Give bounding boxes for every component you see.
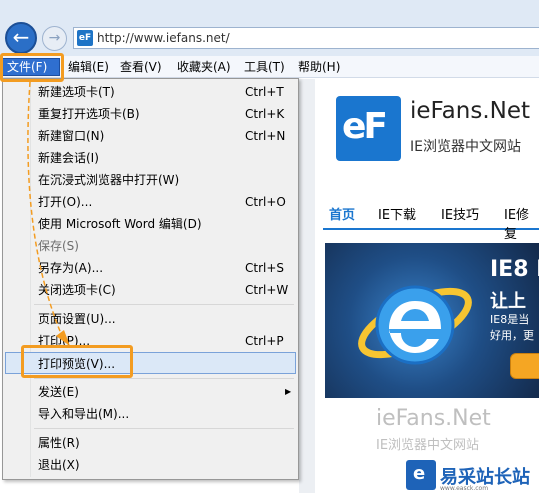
menu-item-label: 新建会话(I) bbox=[38, 151, 99, 165]
site-title: ieFans.Net bbox=[410, 98, 530, 124]
nav-ie-repair[interactable]: IE修复 bbox=[504, 204, 539, 242]
print-preview-highlight bbox=[21, 345, 133, 378]
menu-item-label: 新建选项卡(T) bbox=[38, 85, 115, 99]
page-left-margin bbox=[299, 79, 315, 493]
menu-item-label: 属性(R) bbox=[38, 436, 80, 450]
ie-logo-icon bbox=[358, 285, 472, 365]
file-menu-dropdown: 新建选项卡(T) Ctrl+T 重复打开选项卡(B) Ctrl+K 新建窗口(N… bbox=[2, 78, 299, 480]
menu-bar: 文件(F) 编辑(E) 查看(V) 收藏夹(A) 工具(T) 帮助(H) bbox=[0, 56, 539, 78]
menu-item-label: 退出(X) bbox=[38, 458, 80, 472]
site-nav: 首页 IE下载 IE技巧 IE修复 bbox=[323, 198, 539, 242]
menu-item-save-as[interactable]: 另存为(A)... Ctrl+S bbox=[5, 257, 296, 279]
banner-button[interactable] bbox=[510, 353, 539, 379]
menu-separator bbox=[34, 378, 294, 379]
menu-item-label: 打开(O)... bbox=[38, 195, 93, 209]
menu-item-shortcut: Ctrl+W bbox=[245, 283, 289, 297]
easck-logo-icon: e bbox=[406, 460, 436, 490]
banner-title: IE8 I bbox=[490, 257, 539, 282]
easck-url-text: www.easck.com bbox=[440, 485, 489, 492]
banner-text-1: IE8是当 bbox=[490, 313, 530, 326]
menu-item-new-session[interactable]: 新建会话(I) bbox=[5, 147, 296, 169]
iefans-logo[interactable]: eF bbox=[336, 96, 401, 161]
menu-item-duplicate-tab[interactable]: 重复打开选项卡(B) Ctrl+K bbox=[5, 103, 296, 125]
menu-separator bbox=[34, 428, 294, 429]
menu-item-label: 保存(S) bbox=[38, 239, 79, 253]
menu-help[interactable]: 帮助(H) bbox=[294, 58, 344, 76]
nav-home[interactable]: 首页 bbox=[329, 204, 355, 223]
file-menu-highlight bbox=[0, 53, 64, 82]
menu-separator bbox=[34, 304, 294, 305]
menu-item-label: 新建窗口(N) bbox=[38, 129, 105, 143]
menu-view[interactable]: 查看(V) bbox=[116, 58, 166, 76]
submenu-arrow-icon: ▶ bbox=[285, 387, 292, 396]
menu-item-exit[interactable]: 退出(X) bbox=[5, 454, 296, 476]
menu-tools[interactable]: 工具(T) bbox=[240, 58, 289, 76]
menu-item-shortcut: Ctrl+O bbox=[245, 195, 286, 209]
title-bar: ← → eF http://www.iefans.net/ bbox=[0, 0, 539, 56]
menu-item-edit-with-word[interactable]: 使用 Microsoft Word 编辑(D) bbox=[5, 213, 296, 235]
nav-ie-tips[interactable]: IE技巧 bbox=[441, 204, 479, 223]
watermark-subtitle: IE浏览器中文网站 bbox=[376, 438, 480, 453]
menu-item-shortcut: Ctrl+P bbox=[245, 334, 284, 348]
menu-item-label: 重复打开选项卡(B) bbox=[38, 107, 140, 121]
menu-favorites[interactable]: 收藏夹(A) bbox=[173, 58, 235, 76]
site-favicon-icon: eF bbox=[77, 30, 93, 46]
menu-item-label: 导入和导出(M)... bbox=[38, 407, 130, 421]
menu-item-save: 保存(S) bbox=[5, 235, 296, 257]
menu-item-open-immersive[interactable]: 在沉浸式浏览器中打开(W) bbox=[5, 169, 296, 191]
menu-item-open[interactable]: 打开(O)... Ctrl+O bbox=[5, 191, 296, 213]
ie8-banner[interactable]: IE8 I 让上 IE8是当 好用，更 bbox=[325, 243, 539, 398]
menu-item-properties[interactable]: 属性(R) bbox=[5, 432, 296, 454]
menu-item-shortcut: Ctrl+N bbox=[245, 129, 286, 143]
menu-edit[interactable]: 编辑(E) bbox=[64, 58, 113, 76]
menu-item-send[interactable]: 发送(E) ▶ bbox=[5, 381, 296, 403]
menu-item-label: 另存为(A)... bbox=[38, 261, 104, 275]
site-subtitle: IE浏览器中文网站 bbox=[410, 139, 521, 155]
banner-headline: 让上 bbox=[490, 291, 526, 312]
address-bar[interactable]: eF http://www.iefans.net/ bbox=[73, 27, 539, 49]
menu-item-page-setup[interactable]: 页面设置(U)... bbox=[5, 308, 296, 330]
menu-item-label: 关闭选项卡(C) bbox=[38, 283, 116, 297]
menu-item-label: 页面设置(U)... bbox=[38, 312, 116, 326]
menu-item-label: 使用 Microsoft Word 编辑(D) bbox=[38, 217, 202, 231]
menu-item-label: 发送(E) bbox=[38, 385, 79, 399]
arrow-left-icon: ← bbox=[12, 25, 30, 49]
address-url[interactable]: http://www.iefans.net/ bbox=[97, 31, 230, 45]
menu-item-shortcut: Ctrl+S bbox=[245, 261, 285, 275]
menu-item-new-window[interactable]: 新建窗口(N) Ctrl+N bbox=[5, 125, 296, 147]
menu-item-new-tab[interactable]: 新建选项卡(T) Ctrl+T bbox=[5, 81, 296, 103]
ef-logo-glyph: eF bbox=[342, 106, 388, 147]
banner-text-2: 好用，更 bbox=[490, 329, 534, 342]
nav-ie-download[interactable]: IE下载 bbox=[378, 204, 416, 223]
back-button[interactable]: ← bbox=[5, 22, 37, 54]
forward-button[interactable]: → bbox=[42, 26, 67, 51]
menu-item-close-tab[interactable]: 关闭选项卡(C) Ctrl+W bbox=[5, 279, 296, 301]
menu-item-import-export[interactable]: 导入和导出(M)... bbox=[5, 403, 296, 425]
menu-item-shortcut: Ctrl+T bbox=[245, 85, 284, 99]
watermark-title: ieFans.Net bbox=[376, 406, 491, 431]
menu-item-label: 在沉浸式浏览器中打开(W) bbox=[38, 173, 180, 187]
arrow-right-icon: → bbox=[48, 30, 61, 46]
menu-item-shortcut: Ctrl+K bbox=[245, 107, 285, 121]
